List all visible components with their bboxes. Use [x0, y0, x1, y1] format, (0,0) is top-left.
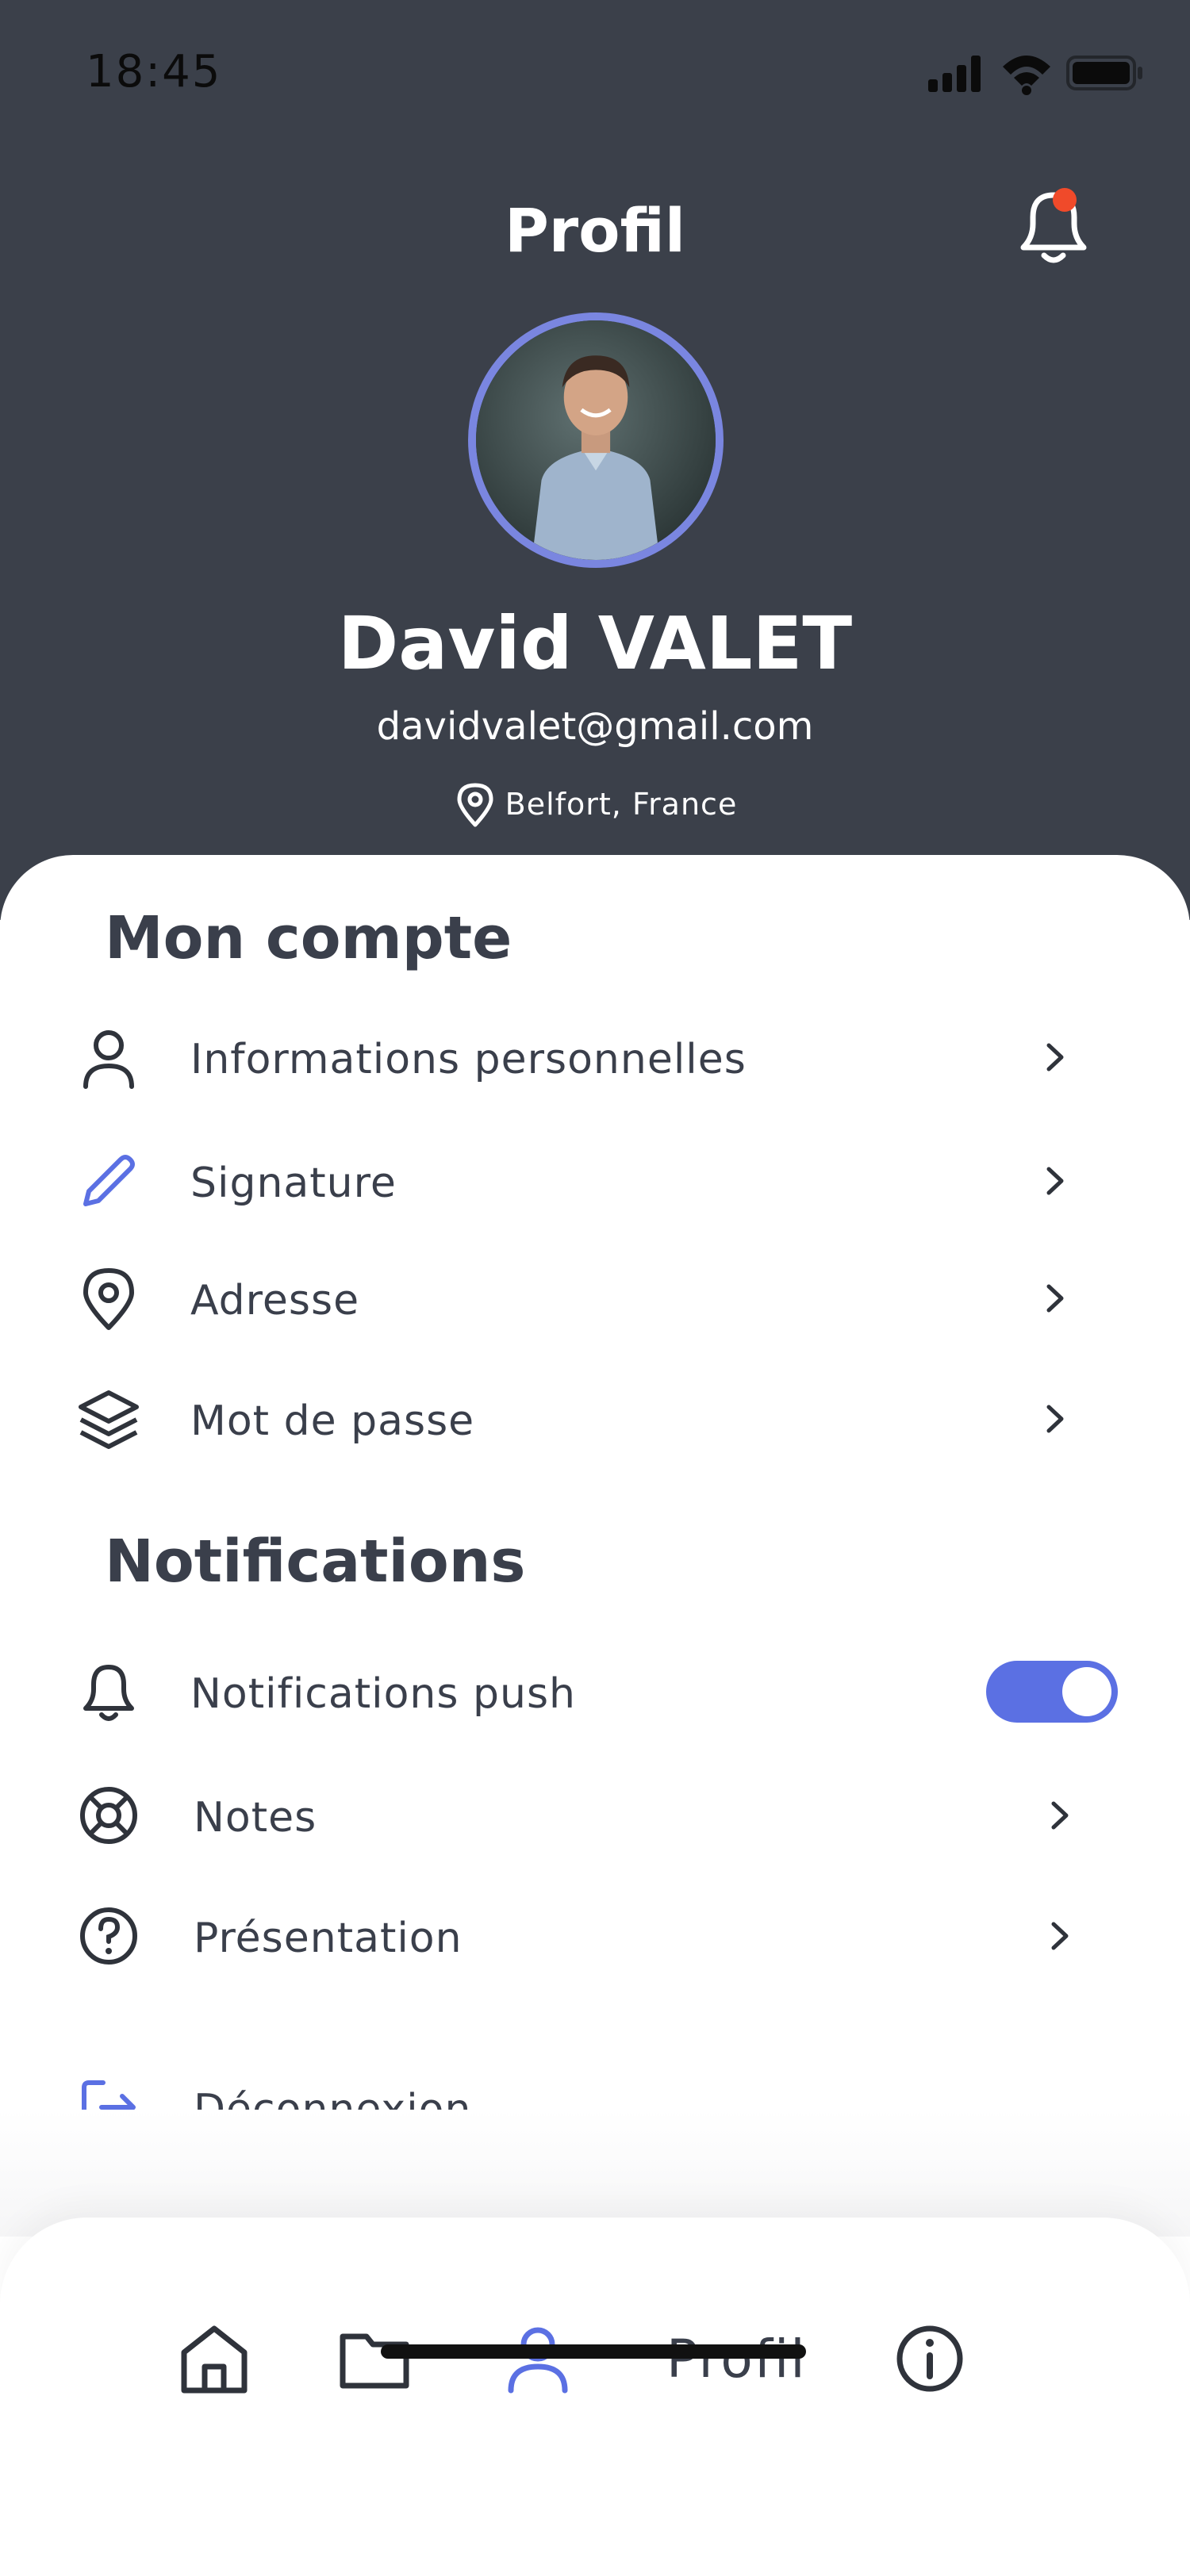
menu-item-push-notifications: Notifications push [0, 1640, 1190, 1743]
info-icon[interactable] [890, 2319, 969, 2398]
chevron-right-icon [1046, 1167, 1064, 1195]
menu-item-signature[interactable]: Signature [0, 1129, 1190, 1232]
menu-item-notes[interactable]: Notes [0, 1764, 1190, 1867]
user-name: David VALET [337, 601, 853, 686]
status-icons [928, 49, 1142, 97]
active-tab-label: Profil [666, 2329, 807, 2390]
chevron-right-icon [1046, 1284, 1064, 1313]
push-notifications-toggle[interactable] [986, 1661, 1118, 1723]
profile-header: 18:45 Profil David VALET davidvalet@gmai… [0, 0, 1190, 920]
menu-item-personal-info[interactable]: Informations personnelles [0, 1006, 1190, 1109]
signal-wifi-battery-icon [928, 56, 1142, 95]
chevron-right-icon [1051, 1922, 1069, 1950]
location-pin-icon [457, 783, 493, 827]
user-email: davidvalet@gmail.com [376, 704, 814, 749]
notifications-bell-button[interactable] [1006, 181, 1093, 276]
avatar[interactable] [468, 312, 724, 568]
status-time: 18:45 [86, 46, 222, 98]
location-pin-icon [83, 1268, 134, 1330]
menu-item-label: Informations personnelles [190, 1036, 747, 1083]
chevron-right-icon [1046, 1405, 1064, 1433]
chevron-right-icon [1051, 1801, 1069, 1830]
user-location-text: Belfort, France [505, 787, 738, 822]
pencil-icon [83, 1155, 135, 1206]
profile-icon[interactable] [498, 2319, 578, 2398]
menu-item-presentation[interactable]: Présentation [0, 1884, 1190, 1988]
bottom-nav: Profil [0, 2218, 1190, 2576]
avatar-photo [476, 320, 716, 560]
menu-item-label: Signature [190, 1160, 397, 1207]
section-title-notifications: Notifications [105, 1528, 526, 1596]
bell-icon [1020, 188, 1087, 263]
menu-item-password[interactable]: Mot de passe [0, 1367, 1190, 1470]
section-title-account: Mon compte [105, 904, 512, 972]
help-circle-icon [80, 1907, 137, 1965]
menu-item-address[interactable]: Adresse [0, 1247, 1190, 1350]
user-icon [83, 1030, 134, 1089]
toggle-knob [1062, 1667, 1111, 1716]
folder-icon[interactable] [335, 2319, 414, 2398]
notification-badge [1053, 188, 1077, 212]
menu-item-label: Présentation [194, 1915, 463, 1962]
menu-item-label: Adresse [190, 1277, 360, 1324]
lifebuoy-icon [80, 1787, 137, 1844]
menu-item-label: Mot de passe [190, 1397, 475, 1445]
layers-icon [79, 1390, 139, 1449]
menu-item-label: Notifications push [190, 1670, 576, 1718]
menu-item-label: Notes [194, 1794, 317, 1842]
chevron-right-icon [1046, 1043, 1064, 1071]
bell-icon [83, 1665, 134, 1721]
home-icon[interactable] [175, 2319, 254, 2398]
home-indicator [381, 2344, 806, 2359]
user-location: Belfort, France [0, 780, 1190, 828]
